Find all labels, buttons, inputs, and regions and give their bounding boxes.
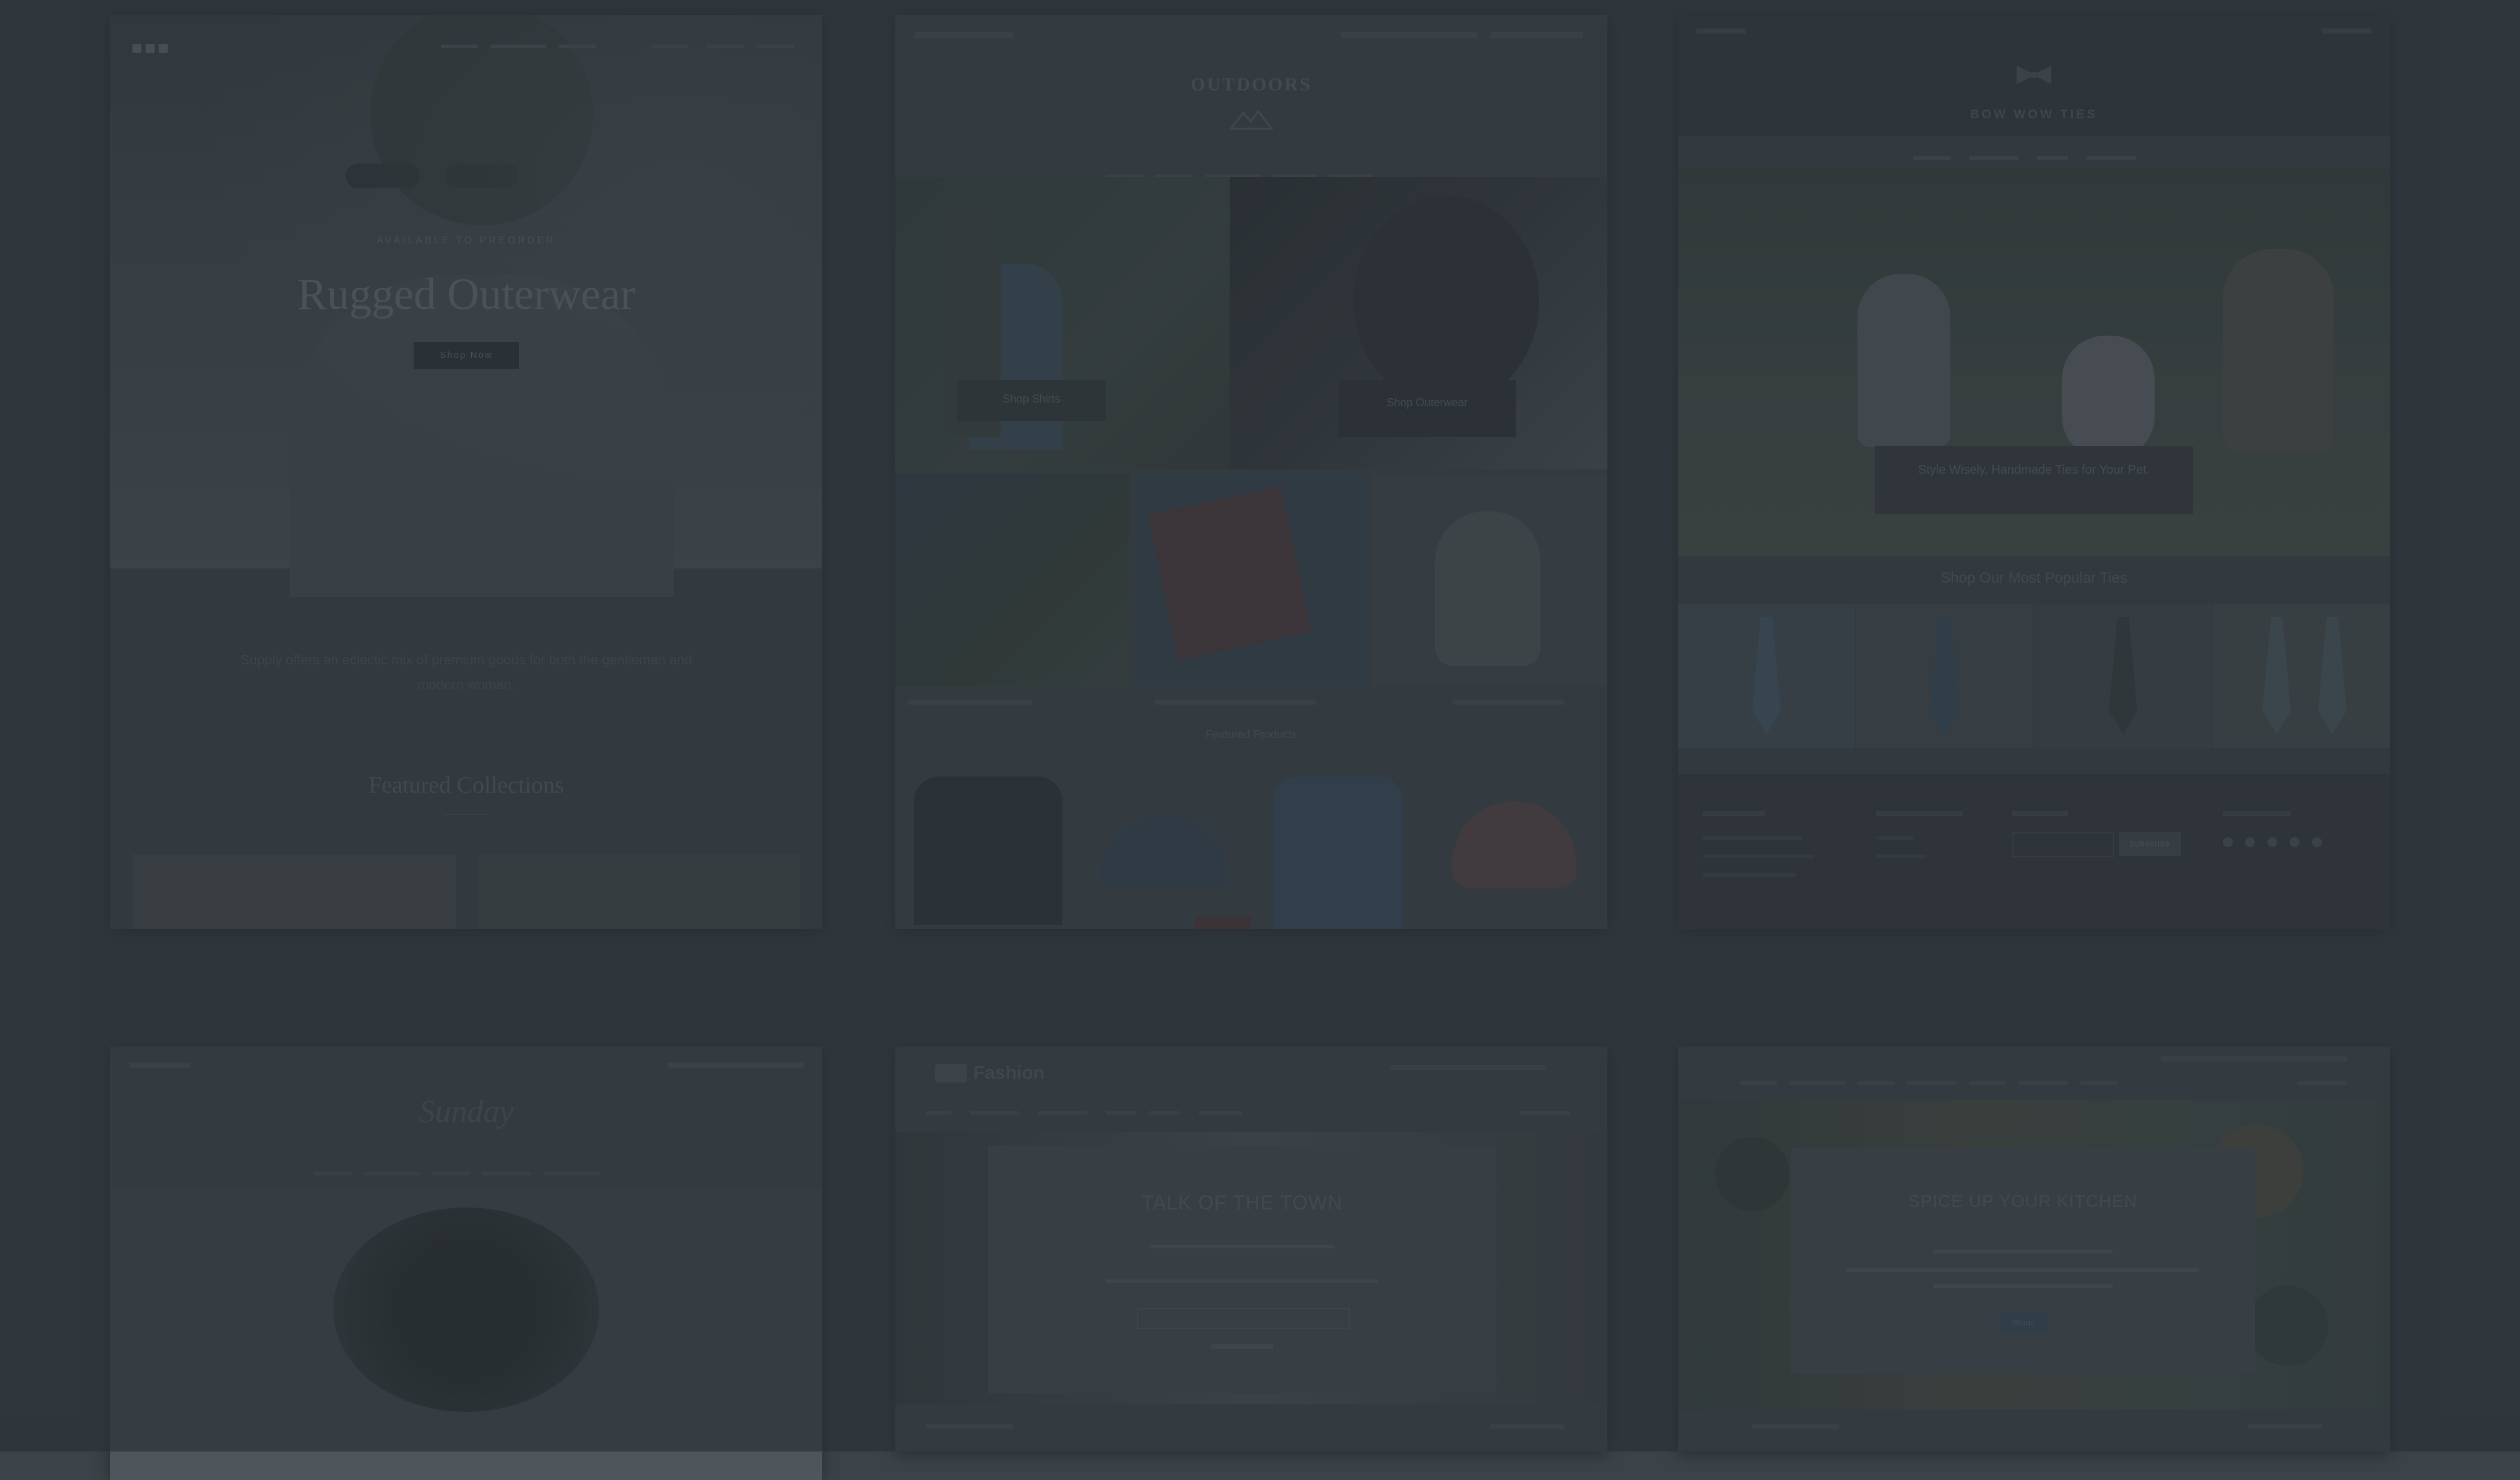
bowtie-section-title: Shop Our Most Popular Ties: [1940, 570, 2127, 586]
rugged-intro-text: Supply offers an eclectic mix of premium…: [240, 652, 692, 692]
kitchen-modal[interactable]: SPICE UP YOUR KITCHEN Shop: [1791, 1148, 2255, 1373]
tie-product-4[interactable]: [2213, 604, 2390, 748]
rugged-hero-title: Rugged Outerwear: [297, 269, 635, 319]
sunday-hero-image: [110, 1189, 822, 1480]
bowtie-footer: Subscribe: [1678, 774, 2390, 929]
rugged-top-nav: ◼◼◼: [131, 36, 800, 61]
social-icons[interactable]: [2223, 837, 2334, 850]
outdoors-tile-backpack[interactable]: [1373, 474, 1607, 686]
bowtie-icon: [2015, 64, 2053, 85]
fashion-nav: [926, 1107, 1576, 1120]
theme-preview-bowtie[interactable]: BOW WOW TIES Style Wisely. Handmade Ties…: [1678, 15, 2390, 929]
rugged-logo[interactable]: ◼◼◼: [131, 40, 171, 56]
bowtie-subscribe-button[interactable]: Subscribe: [2119, 832, 2181, 856]
rugged-shop-now-button[interactable]: Shop Now: [414, 342, 519, 369]
mountain-icon: [1228, 108, 1274, 130]
kitchen-modal-title: SPICE UP YOUR KITCHEN: [1908, 1191, 2138, 1211]
tie-product-2[interactable]: [1856, 604, 2033, 748]
theme-preview-fashion[interactable]: Fashion TALK OF THE TOWN: [895, 1047, 1607, 1452]
rugged-hero-eyebrow: Available to Preorder: [376, 235, 556, 246]
product-cap-blue[interactable]: [1081, 764, 1248, 929]
outdoors-tile-3[interactable]: [895, 474, 1129, 686]
bowtie-hero-caption-bg: [1875, 446, 2193, 514]
fashion-modal-title: TALK OF THE TOWN: [1141, 1191, 1343, 1214]
product-jacket[interactable]: [902, 764, 1069, 929]
tie-product-3[interactable]: [2035, 604, 2212, 748]
outdoors-section-title: Featured Products: [1205, 728, 1298, 741]
product-cap-red[interactable]: [1428, 764, 1595, 929]
bowtie-header: BOW WOW TIES: [1678, 15, 2390, 136]
bowtie-nav: [1678, 152, 2390, 165]
theme-preview-kitchen[interactable]: SPICE UP YOUR KITCHEN Shop: [1678, 1047, 2390, 1452]
kitchen-nav: [1740, 1077, 2359, 1090]
coffee-beans-image: [333, 1208, 599, 1412]
tie-product-1[interactable]: [1678, 604, 1855, 748]
sunday-logo[interactable]: Sunday: [110, 1094, 822, 1130]
theme-preview-outdoors[interactable]: OUTDOORS Shop Shirts Shop Outerwear Feat…: [895, 15, 1607, 929]
fashion-modal-input[interactable]: [1137, 1308, 1350, 1329]
theme-preview-sunday[interactable]: Sunday: [110, 1047, 822, 1480]
outdoors-tile-4[interactable]: [1137, 474, 1366, 686]
theme-preview-rugged[interactable]: ◼◼◼ Available to Preorder Rugged Outerwe…: [110, 15, 822, 929]
fashion-modal[interactable]: TALK OF THE TOWN: [988, 1146, 1496, 1393]
kitchen-modal-button[interactable]: Shop: [1999, 1312, 2047, 1334]
outdoors-tile2-label: Shop Outerwear: [1386, 396, 1468, 409]
outdoors-tile-shirts[interactable]: [895, 177, 1230, 469]
sunday-nav: [110, 1168, 822, 1180]
outdoors-logo[interactable]: OUTDOORS: [895, 74, 1607, 95]
bowtie-hero-caption: Style Wisely. Handmade Ties for Your Pet…: [1918, 463, 2150, 477]
sale-badge: [1195, 916, 1251, 929]
fashion-logo[interactable]: Fashion: [973, 1063, 1045, 1084]
outdoors-tile1-label: Shop Shirts: [1002, 393, 1061, 405]
bowtie-email-input[interactable]: [2012, 832, 2114, 857]
bowtie-brand[interactable]: BOW WOW TIES: [1678, 108, 2390, 122]
rugged-collection-1[interactable]: [133, 855, 456, 929]
rugged-featured-title: Featured Collections: [368, 772, 564, 798]
product-shirt[interactable]: [1254, 764, 1422, 929]
rugged-collection-2[interactable]: [477, 855, 800, 929]
fashion-logo-icon: [935, 1064, 967, 1082]
